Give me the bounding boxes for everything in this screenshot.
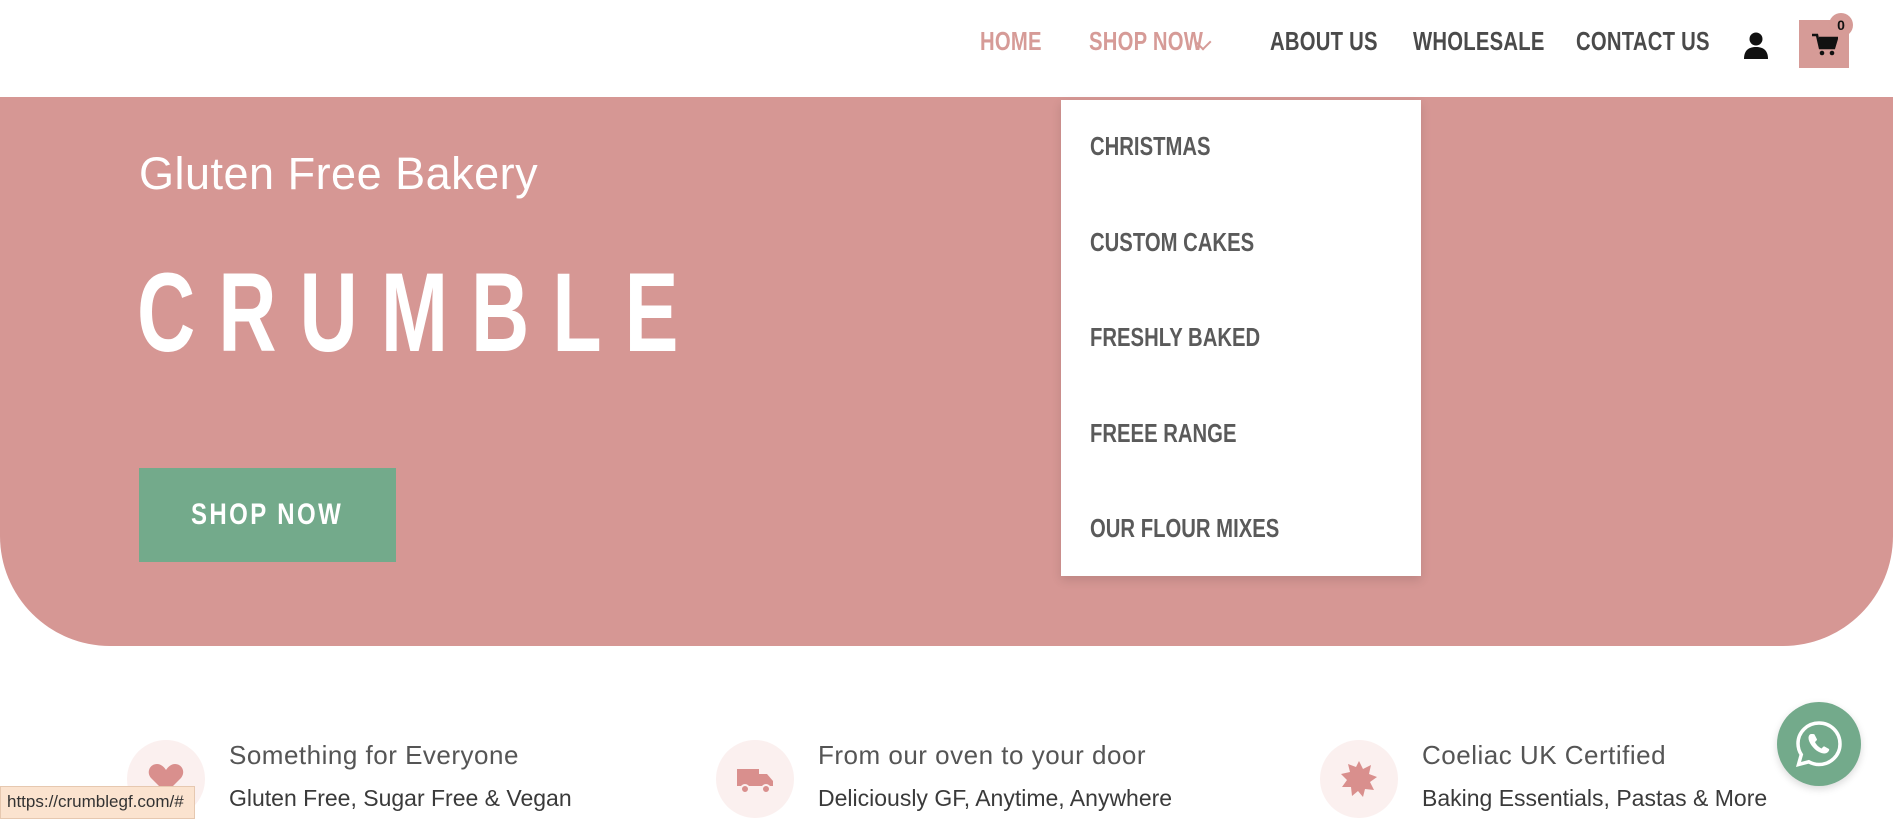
nav-contact-us[interactable]: CONTACT US	[1576, 26, 1710, 57]
whatsapp-icon	[1795, 721, 1842, 767]
truck-icon	[716, 740, 794, 818]
dropdown-item-freshly-baked[interactable]: FRESHLY BAKED	[1090, 322, 1260, 353]
user-account-icon[interactable]	[1742, 31, 1770, 59]
dropdown-item-christmas[interactable]: CHRISTMAS	[1090, 131, 1211, 162]
cart-icon	[1812, 33, 1838, 56]
nav-shop-now[interactable]: SHOP NOW	[1089, 26, 1203, 57]
site-header: HOME SHOP NOW ABOUT US WHOLESALE CONTACT…	[0, 0, 1893, 97]
feature-title-3: Coeliac UK Certified	[1422, 740, 1667, 770]
shop-now-button[interactable]: SHOP NOW	[139, 468, 396, 562]
badge-icon	[1320, 740, 1398, 818]
shop-dropdown-menu: CHRISTMAS CUSTOM CAKES FRESHLY BAKED FRE…	[1061, 100, 1421, 576]
feature-title-2: From our oven to your door	[818, 740, 1147, 770]
nav-wholesale[interactable]: WHOLESALE	[1413, 26, 1545, 57]
shop-now-button-label: SHOP NOW	[191, 498, 344, 531]
dropdown-item-custom-cakes[interactable]: CUSTOM CAKES	[1090, 227, 1254, 258]
nav-home[interactable]: HOME	[980, 26, 1042, 57]
hero-subtitle: Gluten Free Bakery	[139, 148, 539, 199]
feature-text-1: Gluten Free, Sugar Free & Vegan	[229, 785, 572, 811]
feature-text-3: Baking Essentials, Pastas & More	[1422, 785, 1768, 811]
status-bar-url: https://crumblegf.com/#	[0, 786, 195, 819]
whatsapp-button[interactable]	[1777, 702, 1861, 786]
nav-about-us[interactable]: ABOUT US	[1270, 26, 1378, 57]
dropdown-item-our-flour-mixes[interactable]: OUR FLOUR MIXES	[1090, 513, 1279, 544]
feature-title-1: Something for Everyone	[229, 740, 519, 770]
feature-text-2: Deliciously GF, Anytime, Anywhere	[818, 785, 1173, 811]
hero-title: CRUMBLE	[137, 250, 702, 375]
dropdown-item-freee-range[interactable]: FREEE RANGE	[1090, 418, 1236, 449]
cart-count-badge: 0	[1829, 13, 1853, 37]
